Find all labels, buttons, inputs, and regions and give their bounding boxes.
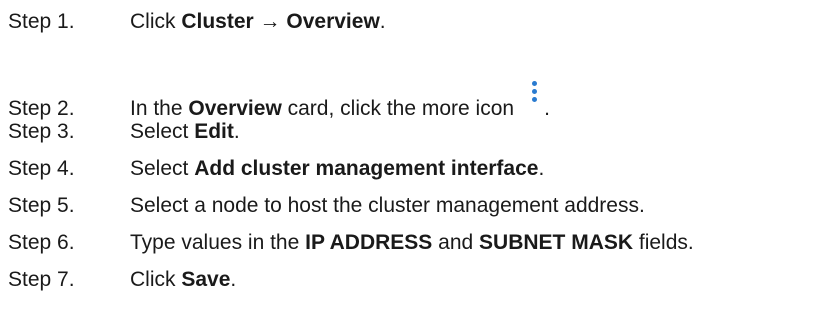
step-6: Step 6. Type values in the IP ADDRESS and… [8,229,694,257]
step-text: Click Save. [130,268,237,291]
step-1: Step 1. Click Cluster → Overview. [8,8,386,36]
step-number: Step 4. [8,157,75,180]
step-text: In the Overview card, click the more ico… [130,81,550,120]
step-number: Step 1. [8,10,75,33]
step-number: Step 5. [8,194,75,217]
step-text: Type values in the IP ADDRESS and SUBNET… [130,231,694,254]
step-text: Select Add cluster management interface. [130,157,545,180]
step-text: Click Cluster → Overview. [130,10,386,33]
step-text: Select Edit. [130,120,240,143]
step-number: Step 7. [8,268,75,291]
more-icon [532,81,538,107]
ui-term-cluster: Cluster [181,10,254,33]
step-7: Step 7. Click Save. [8,266,236,294]
procedure-steps: Step 1. Click Cluster → Overview. Step 2.… [0,0,831,320]
step-number: Step 6. [8,231,75,254]
ui-term-save: Save [181,268,231,291]
ui-term-overview: Overview [188,97,282,120]
ui-term-add-cluster-management-interface: Add cluster management interface [194,157,539,180]
ui-term-subnet-mask: SUBNET MASK [479,231,634,254]
arrow-right-icon: → [259,10,281,33]
ui-term-overview: Overview [286,10,380,33]
step-text: Select a node to host the cluster manage… [130,194,645,217]
step-4: Step 4. Select Add cluster management int… [8,155,544,183]
step-2: Step 2. In the Overview card, click the m… [8,81,550,120]
ui-term-ip-address: IP ADDRESS [305,231,433,254]
step-number: Step 3. [8,120,75,143]
step-5: Step 5. Select a node to host the cluster… [8,192,645,220]
ui-term-edit: Edit [194,120,234,143]
step-3: Step 3. Select Edit. [8,118,240,146]
